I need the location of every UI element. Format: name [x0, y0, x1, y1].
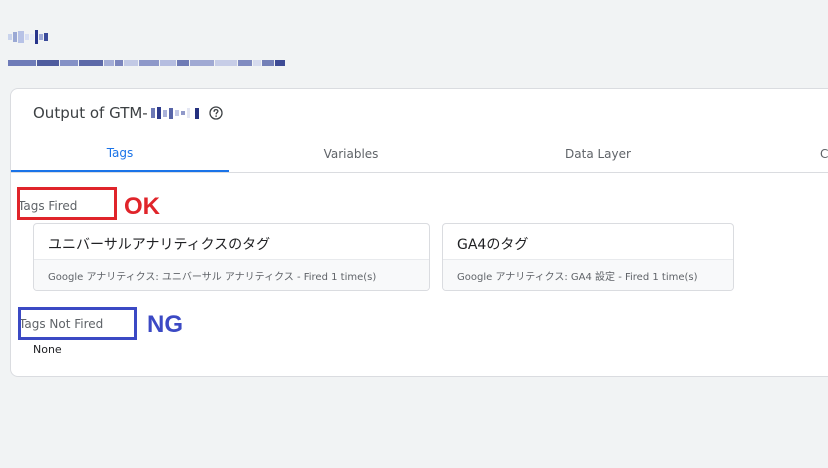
fired-tag-card-universal-analytics[interactable]: ユニバーサルアナリティクスのタグ Google アナリティクス: ユニバーサル …: [33, 223, 430, 291]
redacted-container-name: [8, 30, 49, 44]
ng-annotation: NG: [147, 311, 183, 338]
tags-not-fired-empty: None: [33, 343, 62, 356]
help-circle-icon[interactable]: [209, 106, 223, 120]
panel-header: Output of GTM-: [33, 104, 223, 122]
tag-name: GA4のタグ: [457, 237, 529, 253]
tab-consent-truncated[interactable]: C: [801, 135, 828, 172]
output-tabs: Tags Variables Data Layer C: [11, 135, 828, 173]
preview-output-panel: Output of GTM- Tags Variables Data Layer…: [10, 88, 828, 377]
tab-data-layer[interactable]: Data Layer: [473, 135, 723, 172]
tag-detail: Google アナリティクス: ユニバーサル アナリティクス - Fired 1…: [34, 259, 429, 290]
fired-tag-card-ga4[interactable]: GA4のタグ Google アナリティクス: GA4 設定 - Fired 1 …: [442, 223, 734, 291]
ok-annotation: OK: [124, 193, 160, 220]
tag-name: ユニバーサルアナリティクスのタグ: [48, 237, 271, 253]
tab-tags[interactable]: Tags: [11, 135, 229, 172]
tag-detail: Google アナリティクス: GA4 設定 - Fired 1 time(s): [443, 259, 733, 290]
redacted-container-id: [150, 107, 201, 119]
redacted-container-url: [8, 60, 286, 66]
tab-variables[interactable]: Variables: [229, 135, 473, 172]
ng-highlight-box: [18, 307, 137, 340]
panel-title: Output of GTM-: [33, 104, 148, 122]
ok-highlight-box: [17, 187, 117, 220]
